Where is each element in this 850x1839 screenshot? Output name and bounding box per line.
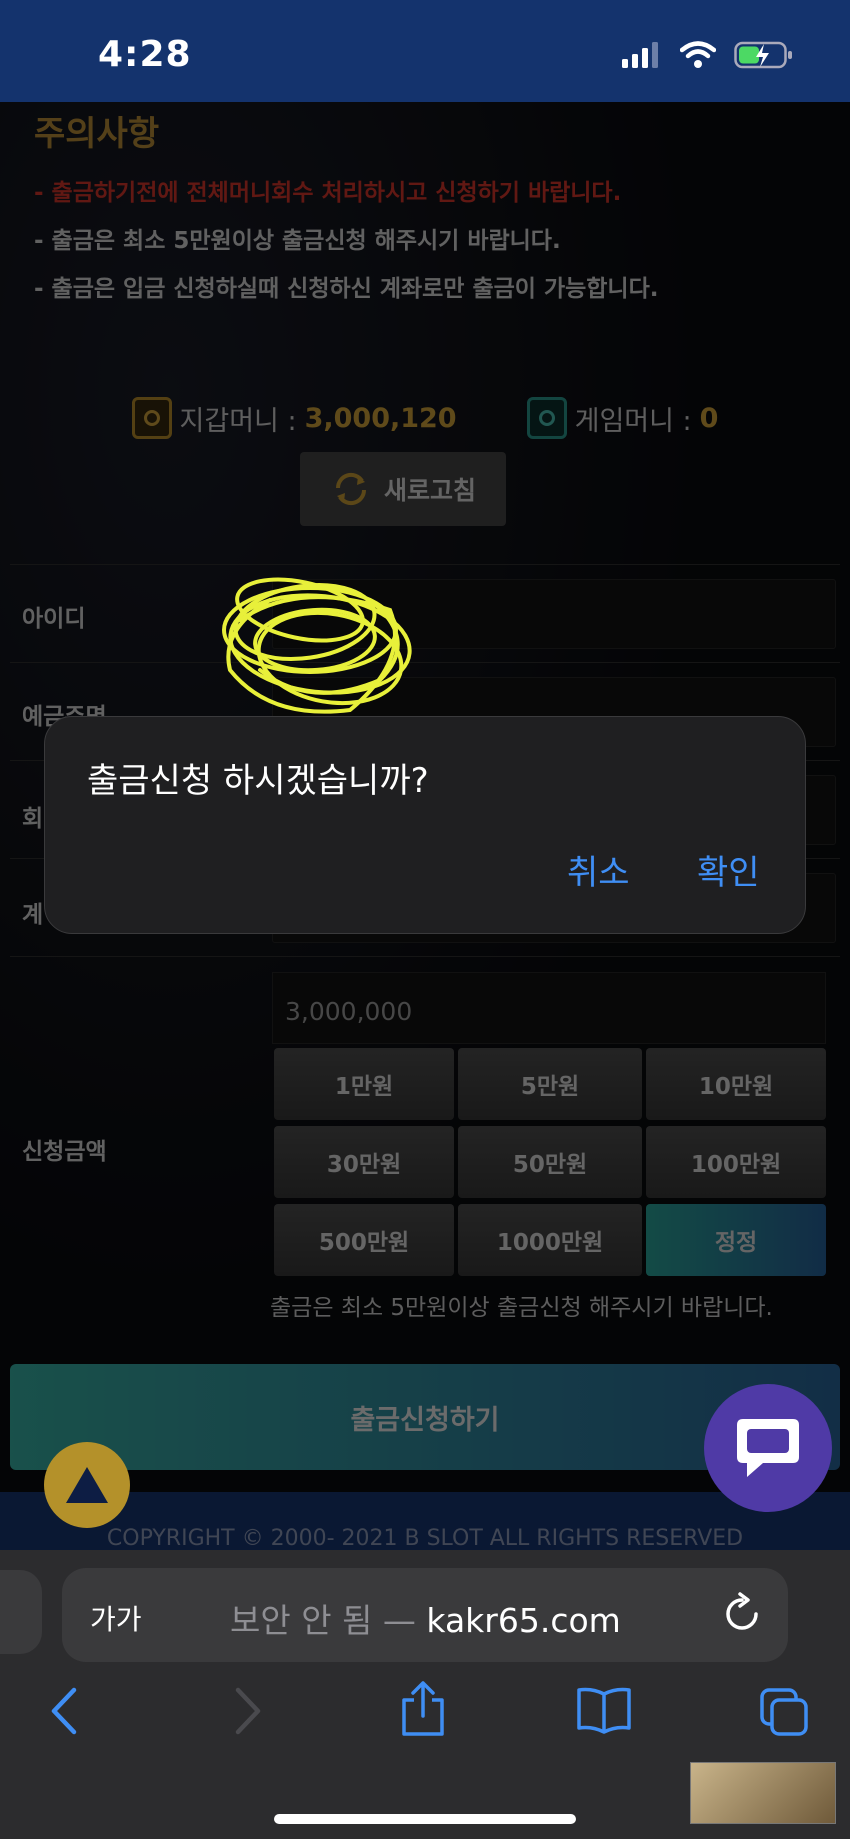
amount-label: 신청금액: [22, 1139, 107, 1165]
amount-button-100k[interactable]: 10만원: [646, 1048, 826, 1120]
balance-row: 지갑머니 : 3,000,120 게임머니 : 0: [0, 397, 850, 439]
forward-icon[interactable]: [230, 1686, 266, 1736]
security-warning: 보안 안 됨 —: [230, 1601, 416, 1640]
dialog-cancel-button[interactable]: 취소: [567, 845, 630, 894]
notice-section: 주의사항 - 출금하기전에 전체머니회수 처리하시고 신청하기 바랍니다. - …: [34, 106, 834, 313]
wallet-label: 지갑머니 :: [179, 405, 297, 437]
reload-icon[interactable]: [722, 1592, 762, 1636]
refresh-icon: [335, 472, 366, 506]
footer: COPYRIGHT © 2000- 2021 B SLOT ALL RIGHTS…: [0, 1492, 850, 1550]
amount-button-10k[interactable]: 1만원: [274, 1048, 454, 1120]
safe-icon: [131, 397, 172, 439]
notice-line: - 출금하기전에 전체머니회수 처리하시고 신청하기 바랍니다.: [34, 180, 622, 206]
domain-text: kakr65.com: [426, 1601, 621, 1640]
wallet-value: 3,000,120: [304, 402, 457, 434]
refresh-label: 새로고침: [383, 476, 476, 505]
scroll-top-button[interactable]: [44, 1442, 130, 1528]
back-icon[interactable]: [46, 1686, 82, 1736]
amount-reset-button[interactable]: 정정: [646, 1204, 826, 1276]
address-bar[interactable]: 가가 보안 안 됨 — kakr65.com: [62, 1568, 788, 1662]
amount-button-1m[interactable]: 100만원: [646, 1126, 826, 1198]
reader-settings-button[interactable]: 가가: [90, 1598, 142, 1638]
amount-button-5m[interactable]: 500만원: [274, 1204, 454, 1276]
notice-title: 주의사항: [34, 114, 160, 154]
browser-toolbar: [0, 1680, 850, 1760]
game-value: 0: [699, 402, 719, 434]
address-text: 보안 안 됨 — kakr65.com: [230, 1594, 621, 1642]
id-label: 아이디: [22, 606, 86, 632]
battery-charging-icon: [734, 41, 792, 69]
row4-label: 계: [22, 902, 44, 928]
amount-field[interactable]: 3,000,000: [272, 972, 826, 1044]
notice-line: - 출금은 입금 신청하실때 신청하신 계좌로만 출금이 가능합니다.: [34, 276, 659, 302]
notice-line: - 출금은 최소 5만원이상 출금신청 해주시기 바랍니다.: [34, 228, 561, 254]
wifi-icon: [680, 41, 716, 68]
row3-label: 회: [22, 806, 44, 832]
wallet-balance: 지갑머니 : 3,000,120: [131, 397, 457, 439]
safe-icon: [526, 397, 567, 439]
bookmarks-icon[interactable]: [576, 1686, 632, 1734]
dialog-confirm-button[interactable]: 확인: [697, 845, 760, 894]
chat-button[interactable]: [704, 1384, 832, 1512]
refresh-button[interactable]: 새로고침: [300, 452, 506, 526]
status-icons: [622, 40, 794, 70]
home-indicator: [274, 1814, 576, 1824]
game-label: 게임머니 :: [574, 405, 692, 437]
status-bar: 4:28: [0, 0, 850, 102]
game-balance: 게임머니 : 0: [526, 397, 719, 439]
redaction-scribble: [222, 577, 412, 714]
footer-copyright: COPYRIGHT © 2000- 2021 B SLOT ALL RIGHTS…: [106, 1526, 744, 1550]
browser-chrome: 가가 보안 안 됨 — kakr65.com: [0, 1550, 850, 1839]
share-icon[interactable]: [400, 1680, 446, 1738]
chat-bubble-icon: [737, 1419, 799, 1477]
amount-note: 출금은 최소 5만원이상 출금신청 해주시기 바랍니다.: [270, 1295, 773, 1321]
confirm-dialog: 출금신청 하시겠습니까? 취소 확인: [44, 716, 806, 934]
amount-button-300k[interactable]: 30만원: [274, 1126, 454, 1198]
amount-button-10m[interactable]: 1000만원: [458, 1204, 642, 1276]
amount-button-50k[interactable]: 5만원: [458, 1048, 642, 1120]
tabs-icon[interactable]: [758, 1686, 810, 1738]
dialog-message: 출금신청 하시겠습니까?: [87, 761, 429, 801]
thumbnail-image: [690, 1762, 836, 1824]
status-time: 4:28: [98, 34, 192, 75]
amount-button-500k[interactable]: 50만원: [458, 1126, 642, 1198]
triangle-up-icon: [66, 1467, 108, 1503]
previous-tab-preview[interactable]: [0, 1570, 42, 1654]
amount-buttons: 1만원 5만원 10만원 30만원 50만원 100만원 500만원 1000만…: [274, 1048, 826, 1276]
signal-icon: [622, 42, 658, 68]
